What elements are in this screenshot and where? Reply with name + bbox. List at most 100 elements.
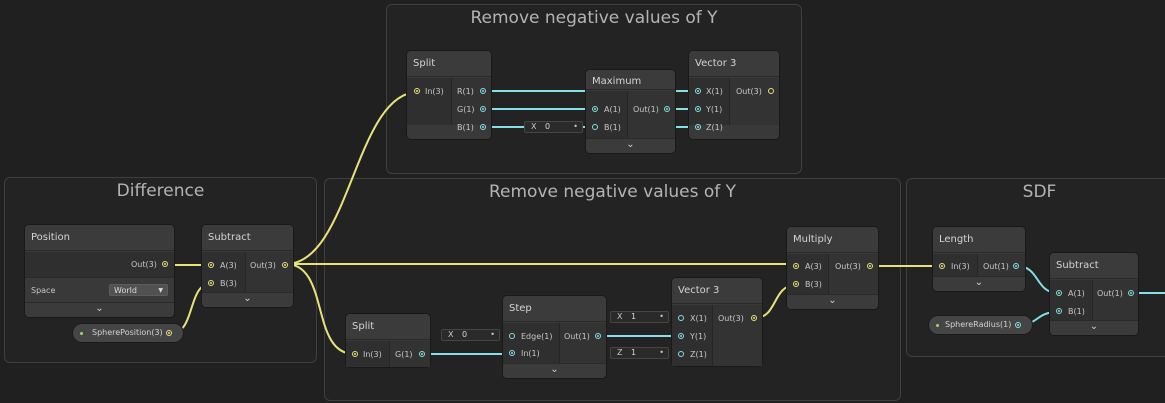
- port-label: R(1): [457, 87, 474, 96]
- vector3-x-input[interactable]: X 1 •: [610, 311, 669, 323]
- port-x[interactable]: X(1): [695, 86, 723, 98]
- port-dot-icon: •: [659, 312, 664, 321]
- port-label: B(1): [604, 123, 621, 132]
- port-a[interactable]: A(3): [793, 261, 822, 273]
- vector3-z-input[interactable]: Z 1 •: [610, 347, 669, 359]
- node-step[interactable]: Step Edge(1) In(1) Out(1) ⌄: [503, 296, 606, 378]
- port-a[interactable]: A(1): [592, 104, 621, 116]
- port-label: B(1): [1068, 307, 1085, 316]
- port-out[interactable]: Out(1): [633, 104, 670, 116]
- port-r[interactable]: R(1): [457, 86, 486, 98]
- port-out[interactable]: Out(3): [250, 260, 288, 272]
- port-b[interactable]: B(1): [592, 122, 621, 134]
- node-multiply[interactable]: Multiply A(3) B(3) Out(3) ⌄: [787, 227, 878, 309]
- node-title: Vector 3: [689, 51, 779, 77]
- node-subtract-right[interactable]: Subtract A(1) B(1) Out(1) ⌄: [1050, 253, 1138, 335]
- node-title: Position: [25, 225, 174, 251]
- port-label: A(3): [805, 262, 822, 271]
- node-title: Split: [346, 314, 430, 340]
- step-edge-input[interactable]: X 0 •: [441, 329, 500, 341]
- space-label: Space: [31, 286, 56, 295]
- port-in[interactable]: In(1): [509, 348, 540, 360]
- node-vector3-top[interactable]: Vector 3 X(1) Y(1) Z(1) Out(3): [689, 51, 779, 139]
- sphere-position-property[interactable]: SpherePosition(3): [73, 324, 183, 342]
- port-label: Out(1): [983, 262, 1009, 271]
- port-out[interactable]: Out(3): [718, 313, 757, 325]
- port-label: Z(1): [690, 350, 707, 359]
- port-label: A(1): [1068, 289, 1085, 298]
- field-label: Z: [617, 348, 623, 357]
- node-vector3-bottom[interactable]: Vector 3 X(1) Y(1) Z(1) Out(3): [672, 278, 762, 366]
- port-out[interactable]: Out(1): [983, 261, 1019, 273]
- port-label: Out(1): [633, 105, 659, 114]
- port-label: A(1): [604, 105, 621, 114]
- caret-down-icon: ▼: [158, 287, 163, 294]
- node-title: Subtract: [1050, 253, 1138, 279]
- port-label: G(1): [457, 105, 475, 114]
- port-dot-icon: •: [659, 348, 664, 357]
- port-out[interactable]: Out(1): [564, 331, 601, 343]
- chevron-down-icon[interactable]: ⌄: [1090, 320, 1098, 334]
- chevron-down-icon[interactable]: ⌄: [626, 138, 634, 152]
- field-label: X: [448, 330, 454, 339]
- maximum-b-input[interactable]: X 0 •: [524, 121, 583, 133]
- field-value[interactable]: 1: [631, 312, 636, 322]
- port-out[interactable]: [166, 330, 172, 336]
- chevron-down-icon[interactable]: ⌄: [550, 363, 558, 377]
- node-split-top[interactable]: Split In(3) R(1) G(1) B(1): [407, 51, 491, 139]
- sphere-radius-property[interactable]: SphereRadius(1): [929, 316, 1032, 334]
- port-a[interactable]: A(1): [1056, 288, 1085, 300]
- port-out[interactable]: [1015, 322, 1021, 328]
- node-subtract-left[interactable]: Subtract A(3) B(3) Out(3) ⌄: [202, 225, 293, 307]
- node-position[interactable]: Position Out(3) Space World ▼ ⌄: [25, 225, 174, 317]
- chevron-down-icon[interactable]: ⌄: [95, 302, 103, 316]
- field-value[interactable]: 0: [462, 330, 467, 340]
- port-b[interactable]: B(1): [457, 122, 486, 134]
- field-label: X: [531, 122, 537, 131]
- chevron-down-icon[interactable]: ⌄: [828, 294, 836, 308]
- node-title: Maximum: [586, 70, 675, 90]
- port-out[interactable]: Out(1): [1097, 288, 1134, 300]
- port-in[interactable]: In(3): [352, 349, 382, 361]
- port-out[interactable]: Out(3): [131, 259, 168, 271]
- port-g[interactable]: G(1): [457, 104, 486, 116]
- node-title: Length: [933, 227, 1025, 253]
- port-g[interactable]: G(1): [395, 349, 425, 361]
- dropdown-value: World: [114, 286, 137, 295]
- field-value[interactable]: 0: [545, 122, 550, 132]
- port-b[interactable]: B(3): [208, 278, 237, 290]
- exposed-indicator-icon: [936, 324, 939, 327]
- port-z[interactable]: Z(1): [695, 122, 723, 134]
- port-label: B(1): [457, 123, 474, 132]
- port-label: Edge(1): [521, 332, 553, 341]
- port-label: X(1): [690, 314, 707, 323]
- port-out[interactable]: Out(3): [835, 261, 873, 273]
- port-out[interactable]: Out(3): [736, 86, 774, 98]
- group-title: Difference: [116, 181, 205, 201]
- node-split-bottom[interactable]: Split In(3) G(1): [346, 314, 430, 367]
- node-length[interactable]: Length In(3) Out(1) ⌄: [933, 227, 1025, 291]
- node-maximum[interactable]: Maximum ⌄ A(1) B(1) Out(1): [586, 70, 675, 153]
- port-label: Z(1): [706, 123, 723, 132]
- space-dropdown[interactable]: World ▼: [109, 284, 168, 296]
- port-y[interactable]: Y(1): [695, 104, 722, 116]
- port-z[interactable]: Z(1): [678, 349, 707, 361]
- port-in[interactable]: In(3): [414, 86, 444, 98]
- port-b[interactable]: B(3): [793, 279, 822, 291]
- port-y[interactable]: Y(1): [678, 331, 706, 343]
- port-dot-icon: •: [573, 122, 578, 131]
- port-label: Out(1): [564, 332, 590, 341]
- port-a[interactable]: A(3): [208, 260, 237, 272]
- property-label: SpherePosition(3): [92, 328, 163, 337]
- port-b[interactable]: B(1): [1056, 306, 1085, 318]
- chevron-down-icon[interactable]: ⌄: [975, 276, 983, 290]
- port-in[interactable]: In(3): [939, 261, 970, 273]
- field-value[interactable]: 1: [631, 348, 636, 358]
- port-label: In(3): [425, 87, 444, 96]
- port-label: Out(3): [718, 314, 744, 323]
- chevron-down-icon[interactable]: ⌄: [243, 292, 251, 306]
- port-label: Out(3): [131, 260, 157, 269]
- port-edge[interactable]: Edge(1): [509, 331, 552, 343]
- group-title: Remove negative values of Y: [488, 182, 736, 202]
- port-x[interactable]: X(1): [678, 313, 707, 325]
